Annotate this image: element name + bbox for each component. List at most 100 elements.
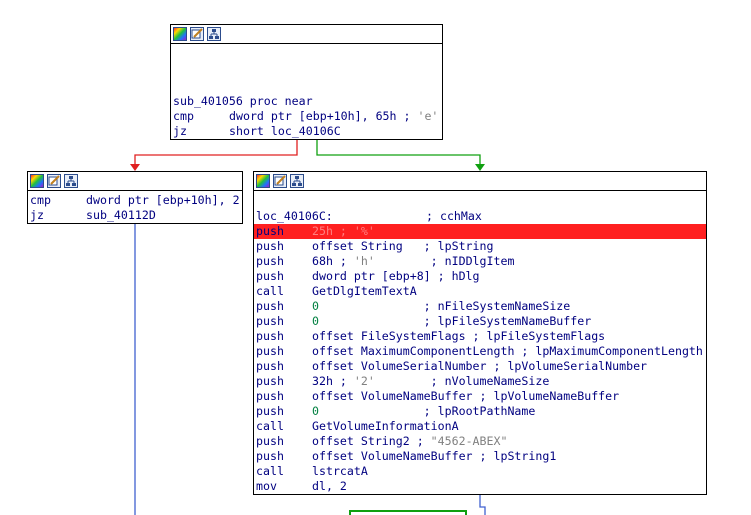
edit-node-icon[interactable] [190, 27, 204, 41]
asm-mnemonic: push [256, 299, 284, 313]
edit-node-icon[interactable] [273, 174, 287, 188]
asm-mnemonic: mov [256, 479, 277, 493]
asm-operand: offset MaximumComponentLength ; lpMaximu… [312, 344, 703, 358]
asm-comment: ; lpRootPathName [318, 404, 536, 418]
asm-operand: 25h ; [312, 224, 347, 238]
asm-mnemonic: call [256, 284, 284, 298]
graph-node-loc-40106C[interactable]: loc_40106C: ; cchMax push 25h ; '%' push offs… [253, 171, 707, 495]
asm-operand: 0 [312, 314, 319, 328]
asm-comment: ; lpFileSystemNameBuffer [318, 314, 592, 328]
asm-line-highlighted[interactable]: push 25h ; '%' [254, 224, 706, 239]
graph-node-sub-401056[interactable]: sub_401056 proc near cmp dword ptr [ebp+10… [170, 24, 443, 140]
asm-mnemonic: push [256, 254, 284, 268]
asm-mnemonic: push [256, 224, 284, 238]
asm-mnemonic: push [256, 314, 284, 328]
asm-comment: 'e' [410, 109, 439, 123]
asm-line[interactable]: push 0 ; lpFileSystemNameBuffer [254, 314, 706, 329]
asm-operand: lstrcatA [312, 464, 368, 478]
asm-mnemonic: push [256, 449, 284, 463]
asm-line[interactable]: jz sub_40112D [28, 208, 242, 223]
asm-mnemonic: push [256, 434, 284, 448]
asm-line[interactable]: push offset String2 ; "4562-ABEX" [254, 434, 706, 449]
asm-mnemonic: call [256, 419, 284, 433]
asm-line[interactable]: push 0 ; nFileSystemNameSize [254, 299, 706, 314]
asm-mnemonic: sub_401056 proc near [173, 94, 313, 108]
asm-label-line[interactable]: loc_40106C: ; cchMax [254, 209, 706, 224]
asm-comment: "4562-ABEX" [423, 434, 508, 448]
asm-mnemonic: push [256, 359, 284, 373]
asm-line[interactable]: push offset String ; lpString [254, 239, 706, 254]
graph-icon[interactable] [207, 27, 221, 41]
colors-icon[interactable] [173, 27, 187, 41]
asm-comment: ; nIDDlgItem [374, 254, 515, 268]
asm-operand: offset String ; lpString [312, 239, 494, 253]
asm-mnemonic: push [256, 389, 284, 403]
asm-line[interactable]: call lstrcatA [254, 464, 706, 479]
node-body: sub_401056 proc near cmp dword ptr [ebp+10… [171, 44, 442, 140]
node-body: cmp dword ptr [ebp+10h], 2 jz sub_40112D [28, 191, 242, 224]
asm-line[interactable]: push 68h ; 'h' ; nIDDlgItem [254, 254, 706, 269]
asm-line[interactable]: mov dl, 2 [254, 479, 706, 494]
asm-line[interactable]: cmp dword ptr [ebp+10h], 2 [28, 193, 242, 208]
graph-icon[interactable] [290, 174, 304, 188]
asm-label: loc_40106C: [256, 209, 333, 223]
edge-true-arrowhead [475, 164, 485, 171]
asm-operand: 0 [312, 299, 319, 313]
asm-line[interactable]: call GetVolumeInformationA [254, 419, 706, 434]
edge-true-branch [316, 140, 481, 165]
asm-mnemonic: push [256, 239, 284, 253]
asm-operand: offset VolumeNameBuffer ; lpString1 [312, 449, 557, 463]
asm-operand: dword ptr [ebp+8] ; hDlg [312, 269, 480, 283]
asm-mnemonic: push [256, 269, 284, 283]
asm-operand: 0 [312, 404, 319, 418]
asm-operand: offset String2 ; [312, 434, 424, 448]
asm-line[interactable]: push offset VolumeNameBuffer ; lpString1 [254, 449, 706, 464]
graph-icon[interactable] [64, 174, 78, 188]
asm-comment: 'h' [346, 254, 375, 268]
asm-operand: short loc_40106C [229, 124, 341, 138]
node-toolbar [171, 25, 442, 44]
asm-operand: offset VolumeNameBuffer ; lpVolumeNameBu… [312, 389, 620, 403]
asm-comment: ; nVolumeNameSize [374, 374, 550, 388]
asm-operand: 68h ; [312, 254, 347, 268]
asm-mnemonic: call [256, 464, 284, 478]
asm-comment: '2' [346, 374, 375, 388]
asm-operand: GetDlgItemTextA [312, 284, 417, 298]
next-block-top [349, 510, 467, 515]
asm-operand: offset VolumeSerialNumber ; lpVolumeSeri… [312, 359, 648, 373]
asm-line[interactable]: cmp dword ptr [ebp+10h], 65h ; 'e' [171, 109, 442, 124]
asm-comment: ; cchMax [426, 209, 482, 223]
asm-mnemonic: push [256, 404, 284, 418]
edit-node-icon[interactable] [47, 174, 61, 188]
asm-comment: ; nFileSystemNameSize [318, 299, 571, 313]
graph-node-left[interactable]: cmp dword ptr [ebp+10h], 2 jz sub_40112D [27, 171, 243, 224]
asm-line[interactable]: sub_401056 proc near [171, 94, 442, 109]
edge-false-arrowhead [130, 164, 140, 171]
edge-false-branch [134, 140, 298, 165]
asm-operand: offset FileSystemFlags ; lpFileSystemFla… [312, 329, 606, 343]
colors-icon[interactable] [256, 174, 270, 188]
asm-operand: 32h ; [312, 374, 347, 388]
asm-line[interactable]: push offset VolumeSerialNumber ; lpVolume… [254, 359, 706, 374]
asm-operand: dword ptr [ebp+10h], 2 [86, 193, 240, 207]
asm-operand: GetVolumeInformationA [312, 419, 459, 433]
asm-mnemonic: push [256, 329, 284, 343]
asm-line[interactable]: push 32h ; '2' ; nVolumeNameSize [254, 374, 706, 389]
asm-line[interactable]: jz short loc_40106C [171, 124, 442, 139]
asm-line[interactable]: push offset VolumeNameBuffer ; lpVolumeNa… [254, 389, 706, 404]
asm-mnemonic: push [256, 374, 284, 388]
asm-operand: sub_40112D [86, 208, 156, 222]
edge-main-out [479, 495, 486, 515]
asm-line[interactable]: push offset FileSystemFlags ; lpFileSyste… [254, 329, 706, 344]
node-toolbar [254, 172, 706, 191]
colors-icon[interactable] [30, 174, 44, 188]
asm-comment: '%' [346, 224, 375, 238]
asm-line[interactable]: call GetDlgItemTextA [254, 284, 706, 299]
node-body: loc_40106C: ; cchMax push 25h ; '%' push offs… [254, 191, 706, 495]
asm-line[interactable]: push offset MaximumComponentLength ; lpMa… [254, 344, 706, 359]
asm-line[interactable]: push dword ptr [ebp+8] ; hDlg [254, 269, 706, 284]
asm-operand: dword ptr [ebp+10h], 65h ; [229, 109, 411, 123]
asm-line[interactable]: push 0 ; lpRootPathName [254, 404, 706, 419]
asm-mnemonic: push [256, 344, 284, 358]
asm-mnemonic: cmp [173, 109, 194, 123]
